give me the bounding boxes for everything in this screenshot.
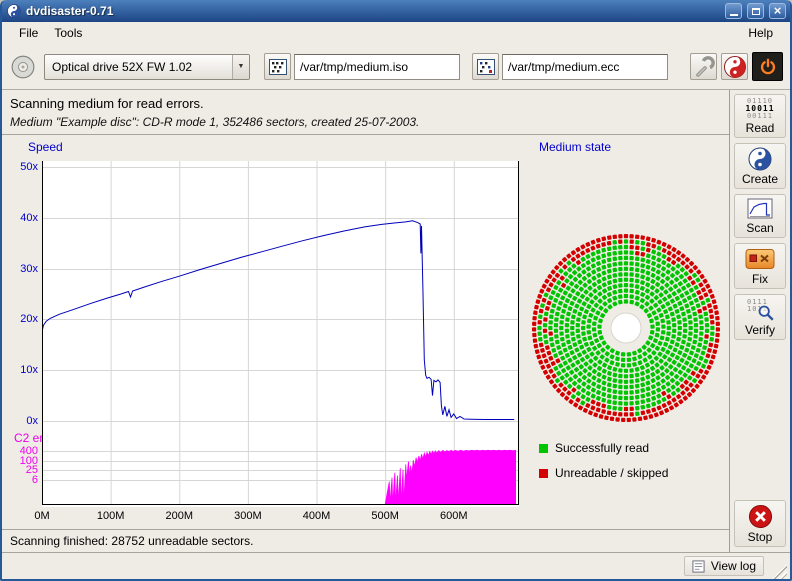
speed-y-tick: 20x [2, 313, 38, 325]
menu-help[interactable]: Help [740, 24, 781, 42]
binary-read-icon: 01110 10011 00111 [745, 98, 774, 120]
create-label: Create [742, 172, 778, 186]
x-axis-tick: 100M [91, 510, 131, 522]
c2-y-tick: 400 [2, 445, 38, 457]
close-button[interactable]: × [769, 3, 786, 19]
ecc-path-input[interactable] [502, 54, 668, 80]
statusbar: Scanning finished: 28752 unreadable sect… [2, 529, 729, 552]
disc [531, 233, 721, 423]
disc-drive-icon [9, 53, 37, 81]
main-content: Speed C2 errors 0x10x20x30x40x50x6251004… [2, 135, 729, 529]
toolbar-left: Optical drive 52X FW 1.02 ▼ [9, 53, 690, 81]
binary-line: 00111 [745, 113, 774, 120]
iso-file-button[interactable] [264, 53, 291, 80]
scan-chart-icon [747, 198, 773, 220]
close-icon: × [774, 4, 782, 17]
speed-chart-title: Speed [28, 140, 63, 154]
app-icon [7, 4, 21, 18]
sidebar: 01110 10011 00111 Read Create [729, 90, 790, 552]
verify-button[interactable]: 0111 1011 Verify [734, 294, 786, 340]
speed-y-tick: 0x [2, 415, 38, 427]
legend-label: Successfully read [555, 441, 649, 455]
status-line-1: Scanning medium for read errors. [10, 96, 721, 111]
menubar: File Tools Help [2, 22, 790, 44]
about-button[interactable] [721, 53, 748, 80]
x-axis-tick: 200M [159, 510, 199, 522]
verify-icon: 0111 1011 [745, 298, 775, 322]
fix-icon [745, 247, 775, 271]
speed-y-tick: 30x [2, 263, 38, 275]
minimize-button[interactable] [725, 3, 742, 19]
ecc-file-button[interactable] [472, 53, 499, 80]
magnifier-icon [757, 304, 775, 322]
verify-label: Verify [745, 323, 775, 337]
status-header: Scanning medium for read errors. Medium … [2, 90, 729, 135]
preferences-button[interactable] [690, 53, 717, 80]
legend-label: Unreadable / skipped [555, 466, 668, 480]
fix-label: Fix [752, 272, 768, 286]
quit-button[interactable] [752, 52, 783, 81]
body-row: Scanning medium for read errors. Medium … [2, 90, 790, 552]
read-button[interactable]: 01110 10011 00111 Read [734, 94, 786, 138]
x-axis-tick: 600M [434, 510, 474, 522]
scan-button[interactable]: Scan [734, 194, 786, 238]
yinyang-icon [748, 147, 772, 171]
x-axis-tick: 300M [228, 510, 268, 522]
drive-select[interactable]: Optical drive 52X FW 1.02 ▼ [44, 54, 250, 80]
wrench-icon [693, 56, 715, 78]
menu-file[interactable]: File [11, 24, 46, 42]
x-axis-tick: 400M [297, 510, 337, 522]
menu-tools[interactable]: Tools [46, 24, 90, 42]
legend-swatch [539, 469, 548, 478]
view-log-button[interactable]: View log [684, 556, 764, 576]
view-log-label: View log [711, 559, 756, 573]
toolbar: Optical drive 52X FW 1.02 ▼ [2, 44, 790, 90]
toolbar-right [690, 52, 783, 81]
create-button[interactable]: Create [734, 143, 786, 189]
drive-select-value: Optical drive 52X FW 1.02 [45, 60, 232, 74]
legend-swatch [539, 444, 548, 453]
titlebar: dvdisaster-0.71 × [2, 0, 790, 22]
ecc-file-icon [476, 57, 496, 77]
statusbar-text: Scanning finished: 28752 unreadable sect… [10, 534, 254, 548]
legend-item: Unreadable / skipped [539, 466, 668, 480]
speed-y-tick: 40x [2, 212, 38, 224]
medium-state-title: Medium state [539, 140, 611, 154]
app-window: dvdisaster-0.71 × File Tools Help Optica… [0, 0, 792, 581]
power-icon [759, 58, 777, 76]
chevron-down-icon: ▼ [232, 55, 249, 79]
speed-y-tick: 50x [2, 161, 38, 173]
resize-grip[interactable] [772, 564, 787, 579]
speed-y-tick: 10x [2, 364, 38, 376]
legend: Successfully read Unreadable / skipped [539, 441, 668, 480]
x-axis-tick: 0M [22, 510, 62, 522]
iso-file-icon [268, 57, 288, 77]
log-icon [692, 560, 705, 573]
read-label: Read [746, 121, 775, 135]
maximize-button[interactable] [747, 3, 764, 19]
window-title: dvdisaster-0.71 [26, 4, 720, 18]
fix-button[interactable]: Fix [734, 243, 786, 289]
footer: View log [2, 552, 790, 579]
stop-button[interactable]: Stop [734, 500, 786, 547]
scan-label: Scan [746, 221, 773, 235]
minimize-icon [730, 14, 738, 16]
main-column: Scanning medium for read errors. Medium … [2, 90, 729, 552]
chart-pane: Speed C2 errors 0x10x20x30x40x50x6251004… [2, 135, 524, 529]
stop-icon [748, 504, 773, 529]
plot-area [42, 161, 520, 508]
legend-item: Successfully read [539, 441, 668, 455]
dvdisaster-logo-icon [723, 55, 747, 79]
status-line-2: Medium "Example disc": CD-R mode 1, 3524… [10, 115, 721, 129]
maximize-icon [752, 8, 760, 15]
iso-path-input[interactable] [294, 54, 460, 80]
stop-label: Stop [748, 530, 773, 544]
x-axis-tick: 500M [365, 510, 405, 522]
medium-state-pane: Medium state Successfully read Unreadabl… [524, 135, 729, 529]
